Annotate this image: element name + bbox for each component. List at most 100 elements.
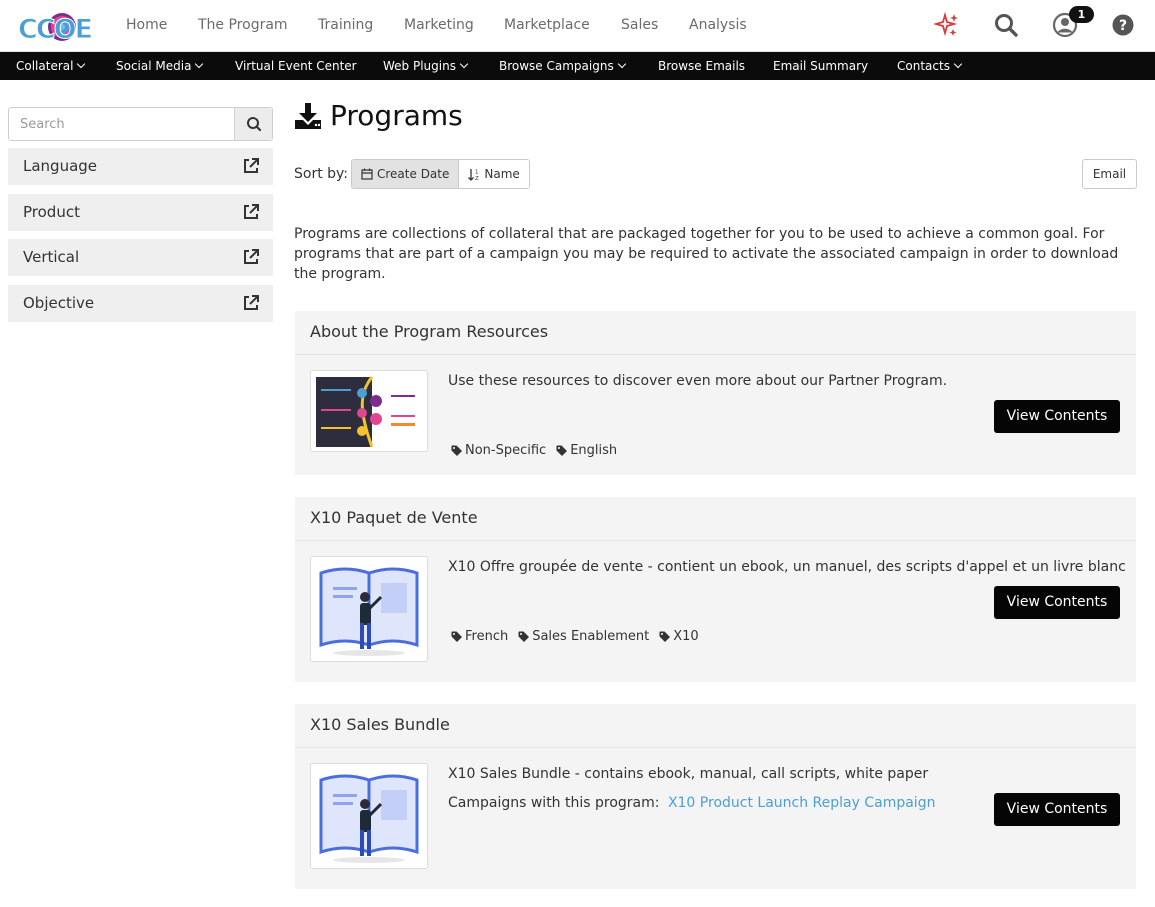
subnav-social-media[interactable]: Social Media — [116, 59, 204, 73]
program-tags: Non-Specific English — [451, 443, 617, 458]
view-contents-button[interactable]: View Contents — [994, 586, 1120, 619]
external-link-icon — [244, 249, 259, 264]
subnav-browse-emails[interactable]: Browse Emails — [658, 59, 745, 73]
program-campaigns: Campaigns with this program: X10 Product… — [448, 795, 935, 811]
nav-analysis[interactable]: Analysis — [689, 17, 747, 33]
tag[interactable]: English — [556, 443, 617, 458]
nav-marketplace[interactable]: Marketplace — [504, 17, 590, 33]
campaigns-label: Campaigns with this program: — [448, 795, 660, 811]
filter-label: Product — [23, 203, 80, 221]
chevron-down-icon — [77, 59, 86, 69]
program-card-header: X10 Sales Bundle — [295, 704, 1136, 748]
tag-icon — [659, 631, 671, 642]
chevron-down-icon — [459, 59, 469, 69]
subnav-label: Web Plugins — [383, 59, 456, 73]
nav-training[interactable]: Training — [318, 17, 373, 33]
program-description: X10 Sales Bundle - contains ebook, manua… — [448, 766, 929, 782]
tag[interactable]: X10 — [659, 629, 699, 644]
subnav-label: Social Media — [116, 59, 192, 73]
tag-label: French — [465, 629, 509, 644]
chevron-down-icon — [953, 59, 963, 69]
sparkle-icon[interactable] — [934, 12, 960, 38]
nav-marketing[interactable]: Marketing — [404, 17, 474, 33]
book-illustration-image — [311, 764, 427, 868]
tag-label: X10 — [673, 629, 699, 644]
tag-icon — [451, 631, 462, 642]
filter-label: Objective — [23, 294, 95, 312]
program-thumbnail[interactable] — [310, 556, 428, 662]
subnav-web-plugins[interactable]: Web Plugins — [383, 59, 469, 73]
subnav-browse-campaigns[interactable]: Browse Campaigns — [499, 59, 626, 73]
filter-objective[interactable]: Objective — [8, 285, 273, 322]
nav-sales[interactable]: Sales — [621, 17, 658, 33]
page-title: Programs — [330, 99, 463, 132]
sort-button-group: Create Date 1Z Name — [351, 159, 530, 189]
sort-label: Sort by: — [294, 166, 349, 182]
nav-home[interactable]: Home — [126, 17, 167, 33]
tag[interactable]: Sales Enablement — [518, 629, 649, 644]
subnav-virtual-event-center[interactable]: Virtual Event Center — [235, 59, 357, 73]
subnav-label: Browse Campaigns — [499, 59, 614, 73]
program-tags: French Sales Enablement X10 — [451, 629, 699, 644]
program-title: X10 Paquet de Vente — [310, 508, 478, 527]
view-contents-button[interactable]: View Contents — [994, 400, 1120, 433]
sort-name-button[interactable]: 1Z Name — [459, 160, 529, 188]
program-title: About the Program Resources — [310, 322, 549, 341]
tag[interactable]: French — [451, 629, 508, 644]
program-thumbnail[interactable] — [310, 763, 428, 869]
tag-icon — [556, 445, 568, 456]
tag-label: Non-Specific — [465, 443, 547, 458]
sort-option-label: Create Date — [377, 167, 450, 181]
sort-alpha-icon: 1Z — [468, 168, 479, 181]
subnav-email-summary[interactable]: Email Summary — [773, 59, 868, 73]
svg-text:Z: Z — [475, 176, 479, 181]
tag[interactable]: Non-Specific — [451, 443, 546, 458]
filter-product[interactable]: Product — [8, 194, 273, 231]
notification-badge: 1 — [1069, 6, 1094, 23]
svg-text:1: 1 — [475, 169, 479, 175]
email-button[interactable]: Email — [1082, 159, 1137, 189]
sort-option-label: Name — [484, 167, 520, 181]
campaign-link[interactable]: X10 Product Launch Replay Campaign — [668, 795, 936, 811]
program-card-header: About the Program Resources — [295, 311, 1136, 355]
book-illustration-image — [311, 557, 427, 661]
sort-create-date-button[interactable]: Create Date — [352, 160, 460, 188]
svg-text:?: ? — [1119, 18, 1127, 34]
chevron-down-icon — [617, 59, 626, 69]
ccoe-logo[interactable]: CCOE — [16, 8, 96, 46]
filter-vertical[interactable]: Vertical — [8, 239, 273, 276]
sub-navbar: Collateral Social Media Virtual Event Ce… — [0, 52, 1155, 80]
tag-icon — [518, 631, 530, 642]
search-button[interactable] — [234, 108, 272, 140]
program-title: X10 Sales Bundle — [310, 715, 450, 734]
subnav-contacts[interactable]: Contacts — [897, 59, 963, 73]
program-description: Use these resources to discover even mor… — [448, 373, 948, 389]
sidebar-search — [8, 107, 273, 141]
filter-label: Language — [23, 157, 98, 175]
search-icon — [247, 117, 262, 132]
subnav-label: Contacts — [897, 59, 950, 73]
search-input[interactable] — [9, 108, 235, 140]
filter-language[interactable]: Language — [8, 148, 273, 185]
external-link-icon — [244, 158, 259, 173]
program-card: X10 Paquet de Vente X10 Offre groupée de… — [295, 497, 1136, 682]
calendar-icon — [361, 168, 373, 180]
chevron-down-icon — [195, 59, 204, 69]
programs-intro-text: Programs are collections of collateral t… — [294, 226, 1119, 282]
help-icon[interactable]: ? — [1111, 13, 1135, 37]
tag-label: Sales Enablement — [532, 629, 650, 644]
program-card: X10 Sales Bundle X10 Sales Bundle - cont… — [295, 704, 1136, 889]
tag-label: English — [570, 443, 618, 458]
svg-text:CCOE: CCOE — [18, 14, 92, 45]
nav-the-program[interactable]: The Program — [198, 17, 288, 33]
view-contents-button[interactable]: View Contents — [994, 793, 1120, 826]
subnav-collateral[interactable]: Collateral — [16, 59, 86, 73]
filter-label: Vertical — [23, 248, 80, 266]
tag-icon — [451, 445, 462, 456]
search-icon[interactable] — [993, 12, 1019, 38]
external-link-icon — [244, 204, 259, 219]
program-thumbnail[interactable] — [310, 370, 428, 452]
program-description: X10 Offre groupée de vente - contient un… — [448, 559, 1126, 575]
program-card-header: X10 Paquet de Vente — [295, 497, 1136, 541]
download-icon — [295, 103, 321, 129]
